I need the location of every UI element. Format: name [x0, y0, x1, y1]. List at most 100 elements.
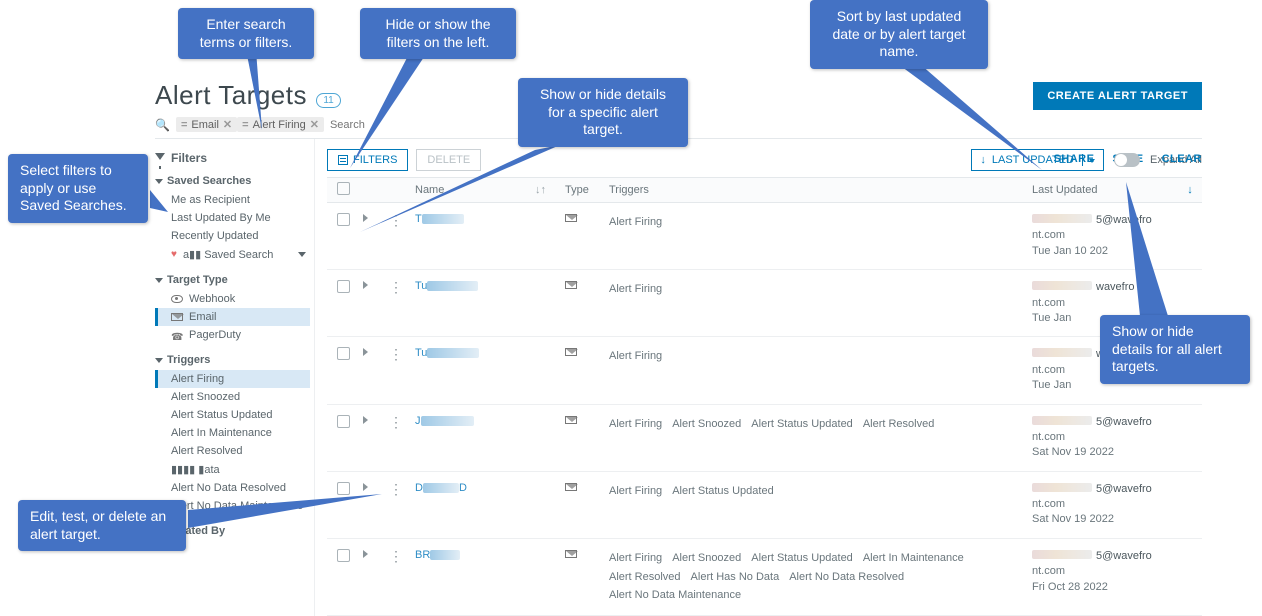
trigger-tag: Alert Firing	[609, 347, 662, 366]
table-header: Name ↓↑ Type Triggers Last Updated ↓	[327, 177, 1202, 203]
funnel-icon	[155, 153, 165, 163]
sidebar-item-label: Alert No Data Maintenance	[171, 500, 303, 512]
row-checkbox[interactable]	[337, 347, 350, 360]
chevron-down-icon	[155, 278, 163, 283]
sidebar-item-label: Last Updated By Me	[171, 212, 271, 224]
sidebar-item-label: a▮▮ Saved Search	[183, 248, 273, 261]
sidebar-item[interactable]: Alert In Maintenance	[155, 424, 310, 442]
chevron-down-icon	[298, 252, 306, 257]
column-sort-icons[interactable]: ↓↑	[531, 184, 561, 196]
row-actions-menu[interactable]: ⋮	[389, 414, 403, 430]
sidebar-item-label: Webhook	[189, 293, 235, 305]
expand-all-toggle[interactable]	[1114, 153, 1140, 167]
mail-icon	[565, 281, 577, 289]
sidebar-item[interactable]: Recently Updated	[155, 227, 310, 245]
sidebar-item-label: PagerDuty	[189, 329, 241, 341]
trigger-tag: Alert Status Updated	[672, 482, 774, 501]
search-icon: 🔍	[155, 118, 170, 132]
create-alert-target-button[interactable]: CREATE ALERT TARGET	[1033, 82, 1202, 110]
row-checkbox[interactable]	[337, 482, 350, 495]
table-row: ⋮JAlert FiringAlert SnoozedAlert Status …	[327, 405, 1202, 472]
alert-target-name[interactable]: Tu	[415, 280, 427, 292]
trigger-tag: Alert No Data Maintenance	[609, 586, 741, 605]
last-updated-cell: 5@wavefront.comFri Oct 28 2022	[1028, 549, 1178, 595]
callout-row-expand: Show or hide details for a specific aler…	[518, 78, 688, 147]
expand-row-icon[interactable]	[363, 416, 368, 424]
search-input[interactable]	[330, 119, 450, 131]
pagerduty-icon	[171, 331, 183, 339]
delete-button[interactable]: DELETE	[416, 149, 481, 171]
callout-kebab: Edit, test, or delete an alert target.	[18, 500, 186, 551]
expand-row-icon[interactable]	[363, 281, 368, 289]
sidebar-item[interactable]: ▮▮▮▮ ▮ata	[155, 460, 310, 479]
row-checkbox[interactable]	[337, 213, 350, 226]
row-checkbox[interactable]	[337, 280, 350, 293]
sidebar-item-label: Alert In Maintenance	[171, 427, 272, 439]
alert-target-name[interactable]: D	[415, 482, 423, 494]
expand-row-icon[interactable]	[363, 483, 368, 491]
share-link[interactable]: SHARE	[1053, 153, 1094, 165]
column-last-updated[interactable]: Last Updated	[1028, 184, 1178, 196]
trigger-tag: Alert In Maintenance	[863, 549, 964, 568]
sidebar-item[interactable]: Email	[155, 308, 310, 326]
chevron-down-icon	[155, 358, 163, 363]
sidebar-item-label: Email	[189, 311, 217, 323]
table-row: ⋮TuAlert Firingwavefront.comTue Jan	[327, 270, 1202, 337]
sidebar-item[interactable]: Last Updated By Me	[155, 209, 310, 227]
table-row: ⋮DDAlert FiringAlert Status Updated5@wav…	[327, 472, 1202, 539]
last-updated-cell: 5@wavefront.comTue Jan 10 202	[1028, 213, 1178, 259]
callout-sort: Sort by last updated date or by alert ta…	[810, 0, 988, 69]
sort-direction-icon[interactable]: ↓	[1178, 184, 1202, 196]
chip-remove-icon[interactable]: ✕	[310, 118, 319, 131]
column-name[interactable]: Name	[411, 184, 531, 196]
trigger-tag: Alert Firing	[609, 549, 662, 568]
sidebar-item-label: ▮▮▮▮ ▮ata	[171, 463, 220, 476]
trigger-tag: Alert Snoozed	[672, 549, 741, 568]
alert-target-name[interactable]: T	[415, 213, 422, 225]
group-target-type[interactable]: Target Type	[155, 274, 310, 286]
callout-hide-filters: Hide or show the filters on the left.	[360, 8, 516, 59]
row-actions-menu[interactable]: ⋮	[389, 548, 403, 564]
sidebar-item[interactable]: Alert Firing	[155, 370, 310, 388]
clear-link[interactable]: CLEAR	[1162, 153, 1202, 165]
filter-chip[interactable]: = Alert Firing ✕	[237, 117, 324, 132]
sidebar-item[interactable]: ♥ a▮▮ Saved Search	[155, 245, 310, 264]
sidebar-item-label: Recently Updated	[171, 230, 258, 242]
sidebar-item[interactable]: Alert Status Updated	[155, 406, 310, 424]
sidebar-item[interactable]: Alert No Data Resolved	[155, 479, 310, 497]
sidebar-item[interactable]: Alert Snoozed	[155, 388, 310, 406]
callout-select-filters: Select filters to apply or use Saved Sea…	[8, 154, 148, 223]
callout-search: Enter search terms or filters.	[178, 8, 314, 59]
column-triggers: Triggers	[605, 184, 1028, 196]
group-saved-searches[interactable]: Saved Searches	[155, 175, 310, 187]
row-actions-menu[interactable]: ⋮	[389, 279, 403, 295]
row-actions-menu[interactable]: ⋮	[389, 212, 403, 228]
alert-target-name[interactable]: J	[415, 415, 421, 427]
row-checkbox[interactable]	[337, 549, 350, 562]
sidebar-item-label: Me as Recipient	[171, 194, 250, 206]
chip-remove-icon[interactable]: ✕	[223, 118, 232, 131]
row-checkbox[interactable]	[337, 415, 350, 428]
mail-icon	[565, 348, 577, 356]
row-actions-menu[interactable]: ⋮	[389, 481, 403, 497]
filters-button[interactable]: FILTERS	[327, 149, 408, 171]
expand-row-icon[interactable]	[363, 550, 368, 558]
group-triggers[interactable]: Triggers	[155, 354, 310, 366]
filter-chip[interactable]: = Email ✕	[176, 117, 237, 132]
select-all-checkbox[interactable]	[337, 182, 350, 195]
sidebar-item-label: Alert No Data Resolved	[171, 482, 286, 494]
sidebar-item[interactable]: PagerDuty	[155, 326, 310, 344]
trigger-tag: Alert Snoozed	[672, 415, 741, 434]
expand-row-icon[interactable]	[363, 348, 368, 356]
alert-target-name[interactable]: Tu	[415, 347, 427, 359]
sidebar-item[interactable]: Alert Resolved	[155, 442, 310, 460]
mail-icon	[565, 550, 577, 558]
sidebar-item[interactable]: Webhook	[155, 290, 310, 308]
alert-target-name[interactable]: BR	[415, 549, 430, 561]
row-actions-menu[interactable]: ⋮	[389, 346, 403, 362]
chevron-down-icon	[155, 179, 163, 184]
expand-row-icon[interactable]	[363, 214, 368, 222]
sidebar-item[interactable]: Me as Recipient	[155, 191, 310, 209]
heart-icon: ♥	[171, 249, 177, 260]
trigger-tag: Alert Resolved	[863, 415, 935, 434]
